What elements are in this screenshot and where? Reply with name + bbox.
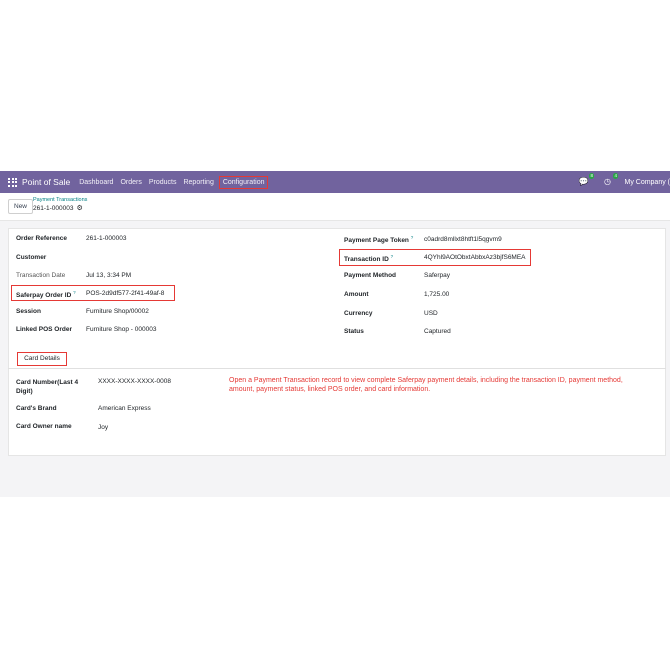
- apps-menu-icon[interactable]: [8, 177, 17, 187]
- form-sheet: [8, 228, 666, 456]
- menu-orders[interactable]: Orders: [120, 179, 141, 186]
- value-card-number: XXXX-XXXX-XXXX-0008: [98, 378, 171, 385]
- tab-divider: [8, 368, 666, 369]
- label-card-number: Card Number(Last 4 Digit): [16, 379, 79, 395]
- app-name[interactable]: Point of Sale: [22, 177, 70, 187]
- label-card-owner-name: Card Owner name: [16, 423, 72, 430]
- breadcrumb-payment-transactions[interactable]: Payment Transactions: [33, 197, 87, 203]
- value-payment-page-token: c0adrd8mllxt8htft1l5qgvm9: [424, 236, 502, 243]
- label-status: Status: [344, 328, 364, 335]
- menu-dashboard[interactable]: Dashboard: [79, 179, 113, 186]
- value-payment-method: Saferpay: [424, 272, 451, 279]
- label-payment-page-token-text: Payment Page Token: [344, 237, 409, 245]
- label-customer: Customer: [16, 254, 47, 261]
- label-transaction-id: Transaction ID ?: [344, 254, 393, 263]
- value-transaction-date: Jul 13, 3:34 PM: [86, 272, 132, 279]
- tab-card-details[interactable]: Card Details: [17, 352, 67, 366]
- value-session[interactable]: Furniture Shop/00002: [86, 308, 149, 315]
- menu-products[interactable]: Products: [149, 179, 177, 186]
- help-icon[interactable]: ?: [411, 235, 414, 240]
- activity-badge: 4: [612, 173, 619, 179]
- value-linked-pos-order[interactable]: Furniture Shop - 000003: [86, 326, 156, 333]
- chat-icon[interactable]: 💬 8: [578, 173, 595, 187]
- value-order-reference: 261-1-000003: [86, 235, 127, 242]
- annotation-text: Open a Payment Transaction record to vie…: [229, 377, 623, 393]
- label-currency: Currency: [344, 310, 373, 317]
- value-transaction-id: 4QYhl9AOtObxtAbbxAz3bjfS6MEA: [424, 254, 526, 261]
- gear-icon[interactable]: ⚙: [76, 204, 82, 212]
- label-saferpay-order-id: Saferpay Order ID ?: [16, 290, 76, 299]
- record-title: 261-1-000003 ⚙: [33, 204, 83, 213]
- label-transaction-id-text: Transaction ID: [344, 256, 389, 264]
- menu-configuration[interactable]: Configuration: [218, 175, 269, 189]
- record-name-text: 261-1-000003: [33, 204, 74, 212]
- screen: Point of Sale Dashboard Orders Products …: [0, 0, 670, 670]
- company-switcher[interactable]: My Company (: [624, 179, 670, 186]
- value-card-owner-name: Joy: [98, 424, 109, 431]
- value-card-brand: American Express: [98, 405, 151, 412]
- navbar-systray: 💬 8 ◷ 4 My Company (: [578, 171, 670, 193]
- value-saferpay-order-id: POS-2d9df577-2f41-49af-8: [86, 290, 165, 297]
- label-linked-pos-order: Linked POS Order: [16, 326, 72, 333]
- label-session: Session: [16, 308, 41, 315]
- chat-badge: 8: [588, 173, 595, 179]
- value-currency: USD: [424, 310, 438, 317]
- help-icon[interactable]: ?: [73, 290, 76, 295]
- new-button[interactable]: New: [8, 199, 34, 214]
- label-order-reference: Order Reference: [16, 235, 67, 242]
- value-amount: 1,725.00: [424, 291, 450, 298]
- label-saferpay-order-id-text: Saferpay Order ID: [16, 292, 72, 300]
- help-icon[interactable]: ?: [391, 254, 394, 259]
- label-transaction-date: Transaction Date: [16, 272, 66, 279]
- label-payment-page-token: Payment Page Token ?: [344, 235, 413, 244]
- menu-reporting[interactable]: Reporting: [183, 179, 213, 186]
- value-status: Captured: [424, 328, 451, 335]
- top-navbar: Point of Sale Dashboard Orders Products …: [0, 171, 670, 193]
- control-panel: New Payment Transactions 261-1-000003 ⚙: [0, 193, 670, 221]
- label-card-brand: Card's Brand: [16, 405, 57, 412]
- label-amount: Amount: [344, 291, 369, 298]
- activity-clock-icon[interactable]: ◷ 4: [602, 173, 619, 187]
- label-payment-method: Payment Method: [344, 272, 397, 279]
